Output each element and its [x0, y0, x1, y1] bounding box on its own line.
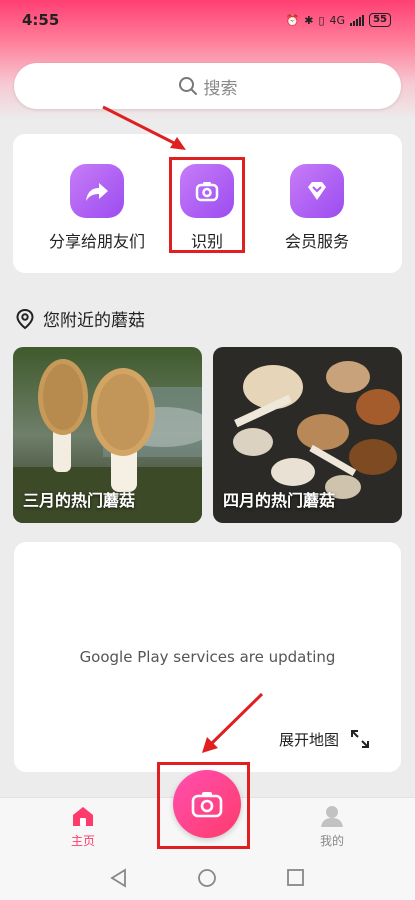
march-card-label: 三月的热门蘑菇: [23, 491, 136, 510]
vip-service-button[interactable]: 会员服务: [257, 164, 377, 252]
expand-icon: [351, 730, 369, 748]
share-arrow-icon: [70, 164, 124, 218]
map-card[interactable]: Google Play services are updating 展开地图: [14, 542, 401, 772]
vip-diamond-icon: [290, 164, 344, 218]
nav-home-label: 主页: [70, 834, 95, 848]
nav-home[interactable]: 主页: [53, 804, 113, 849]
vibrate-icon: ▯: [318, 13, 325, 27]
battery-indicator: 55: [369, 13, 391, 27]
nearby-section-title: 您附近的蘑菇: [15, 306, 145, 331]
search-placeholder: 搜索: [203, 78, 238, 99]
search-icon: [178, 77, 197, 95]
home-circle-icon[interactable]: [198, 869, 216, 887]
nav-mine-label: 我的: [319, 834, 344, 848]
alarm-icon: ⏰: [285, 13, 300, 27]
network-type: 4G: [329, 13, 346, 27]
annotation-box-camera: [157, 762, 250, 849]
expand-map-label: 展开地图: [278, 730, 339, 749]
recents-icon[interactable]: [287, 869, 304, 886]
expand-map-button[interactable]: 展开地图: [279, 728, 371, 750]
location-pin-icon: [16, 308, 34, 329]
back-icon[interactable]: [110, 868, 126, 888]
system-navigation-bar: [0, 855, 415, 900]
home-icon: [73, 807, 93, 826]
nav-mine[interactable]: 我的: [302, 804, 362, 849]
april-card-label: 四月的热门蘑菇: [223, 491, 336, 510]
share-label: 分享给朋友们: [48, 232, 145, 251]
user-profile-icon: [321, 806, 343, 827]
status-time: 4:55: [22, 11, 60, 29]
april-mushrooms-card[interactable]: 四月的热门蘑菇: [213, 347, 402, 523]
status-bar: 4:55 ⏰ ✱ ▯ 4G 55: [0, 0, 415, 40]
nearby-title-text: 您附近的蘑菇: [43, 311, 145, 331]
map-status-text: Google Play services are updating: [79, 648, 336, 666]
signal-icon: [350, 14, 365, 26]
status-icons: ⏰ ✱ ▯ 4G 55: [286, 13, 391, 27]
vip-label: 会员服务: [284, 232, 349, 251]
march-mushrooms-card[interactable]: 三月的热门蘑菇: [13, 347, 202, 523]
search-input[interactable]: 搜索: [14, 63, 401, 109]
bluetooth-icon: ✱: [304, 13, 314, 27]
annotation-box-identify: [169, 157, 245, 253]
share-button[interactable]: 分享给朋友们: [37, 164, 157, 252]
